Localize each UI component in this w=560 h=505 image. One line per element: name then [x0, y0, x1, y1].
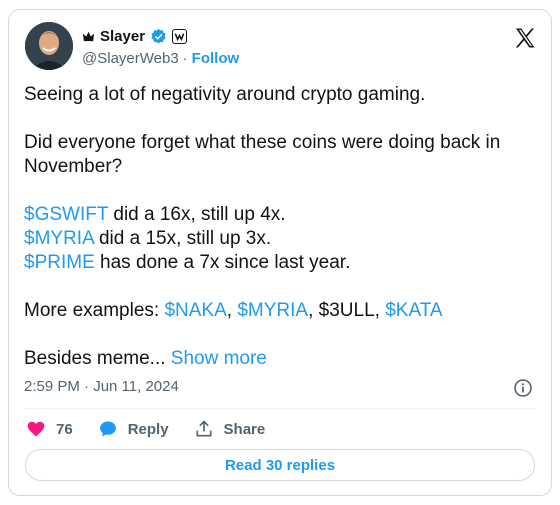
- author-handle[interactable]: @SlayerWeb3: [82, 50, 179, 67]
- examples-prefix: More examples:: [24, 300, 165, 321]
- tweet-truncated: Besides meme... Show more: [24, 347, 544, 371]
- cashtag-link[interactable]: $KATA: [385, 300, 442, 321]
- verified-icon: [151, 28, 166, 44]
- tweet-item: $PRIME has done a 7x since last year.: [24, 251, 544, 275]
- separator-dot: ·: [182, 49, 188, 67]
- timestamp[interactable]: 2:59 PM · Jun 11, 2024: [24, 378, 179, 398]
- like-button[interactable]: 76: [26, 419, 73, 439]
- cashtag-link[interactable]: $NAKA: [164, 300, 226, 321]
- comma: ,: [226, 300, 238, 321]
- tweet-line: Seeing a lot of negativity around crypto…: [24, 84, 426, 105]
- tweet-item-text: did a 15x, still up 3x.: [93, 228, 272, 249]
- cashtag-link[interactable]: $MYRIA: [24, 228, 94, 249]
- action-bar: 76 Reply Share: [26, 419, 290, 439]
- share-icon: [196, 420, 212, 437]
- reply-icon: [99, 421, 116, 437]
- author-name[interactable]: Slayer: [100, 28, 145, 45]
- tweet-item: $MYRIA did a 15x, still up 3x.: [24, 227, 544, 251]
- divider: [24, 408, 536, 409]
- heart-icon: [27, 421, 45, 437]
- reply-label: Reply: [127, 420, 169, 438]
- tweet-card: Slayer @SlayerWeb3 · Follow Seeing a lot…: [8, 9, 552, 496]
- avatar[interactable]: [25, 22, 73, 70]
- share-label: Share: [223, 420, 266, 438]
- comma: ,: [374, 300, 386, 321]
- author-name-row: Slayer: [82, 26, 188, 46]
- affiliate-icon[interactable]: [172, 28, 188, 44]
- tweet-examples: More examples: $NAKA, $MYRIA, $3ULL, $KA…: [24, 299, 544, 323]
- tweet-line: Did everyone forget what these coins wer…: [24, 132, 501, 177]
- comma: ,: [308, 300, 319, 321]
- share-button[interactable]: Share: [194, 419, 266, 439]
- info-icon[interactable]: [513, 378, 533, 398]
- read-replies-button[interactable]: Read 30 replies: [25, 449, 535, 481]
- cashtag-link[interactable]: $GSWIFT: [24, 204, 108, 225]
- follow-button[interactable]: Follow: [192, 50, 240, 67]
- like-count: 76: [56, 420, 73, 438]
- tweet-item: $GSWIFT did a 16x, still up 4x.: [24, 203, 544, 227]
- reply-button[interactable]: Reply: [98, 419, 169, 439]
- cashtag-link[interactable]: $MYRIA: [237, 300, 308, 321]
- plain-ticker: $3ULL: [318, 300, 375, 321]
- tweet-item-text: has done a 7x since last year.: [94, 252, 351, 273]
- tweet-header: Slayer @SlayerWeb3 · Follow: [23, 20, 537, 72]
- truncated-text: Besides meme...: [24, 348, 166, 369]
- tweet-text: Seeing a lot of negativity around crypto…: [24, 83, 544, 371]
- crown-icon: [82, 31, 95, 41]
- x-logo-icon[interactable]: [513, 26, 537, 50]
- author-handle-row: @SlayerWeb3 · Follow: [82, 49, 239, 67]
- show-more-link[interactable]: Show more: [171, 348, 267, 369]
- cashtag-link[interactable]: $PRIME: [24, 252, 95, 273]
- tweet-item-text: did a 16x, still up 4x.: [108, 204, 286, 225]
